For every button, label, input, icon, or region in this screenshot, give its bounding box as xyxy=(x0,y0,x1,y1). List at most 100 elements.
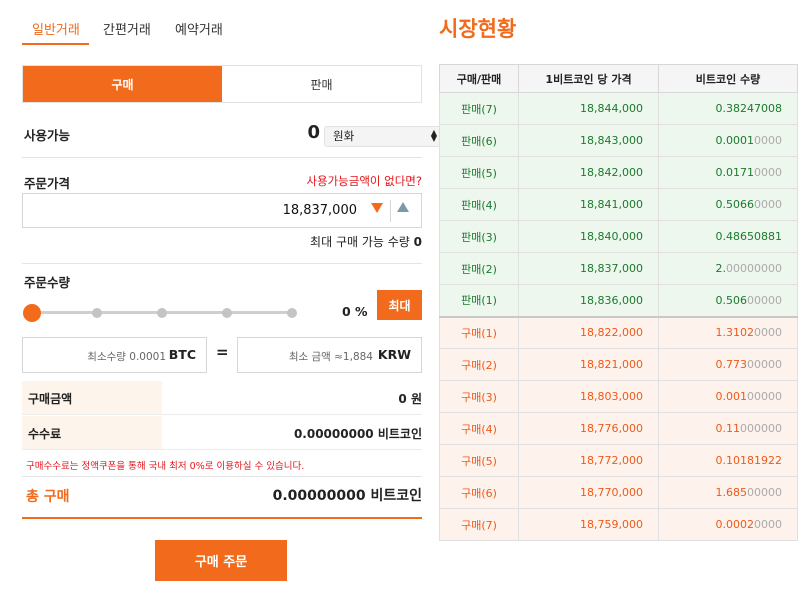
row-side: 판매(5) xyxy=(439,156,519,189)
krw-unit-label: KRW xyxy=(377,347,411,362)
row-side: 판매(7) xyxy=(439,92,519,125)
row-quantity: 0.11000000 xyxy=(658,412,798,445)
total-buy-value: 0.00000000 비트코인 xyxy=(272,488,422,504)
btc-min-placeholder: 최소수량 0.0001 xyxy=(87,351,166,363)
row-price: 18,803,000 xyxy=(518,380,659,413)
row-side: 판매(1) xyxy=(439,284,519,317)
max-qty-value: 0 xyxy=(413,235,422,249)
quantity-trailing-zeros: 00000 xyxy=(747,486,782,499)
order-price-value: 18,837,000 xyxy=(282,203,357,218)
row-side: 구매(4) xyxy=(439,412,519,445)
order-book-row[interactable]: 구매(1) 18,822,000 1.31020000 xyxy=(439,315,798,349)
quantity-significant: 0.0001 xyxy=(715,134,755,147)
row-price: 18,821,000 xyxy=(518,348,659,381)
row-side: 구매(1) xyxy=(439,315,519,349)
order-book-row[interactable]: 구매(2) 18,821,000 0.77300000 xyxy=(439,348,798,381)
row-quantity: 0.01710000 xyxy=(658,156,798,189)
quantity-trailing-zeros: 000000 xyxy=(740,422,782,435)
row-quantity: 1.68500000 xyxy=(658,476,798,509)
tab-normal-trade[interactable]: 일반거래 xyxy=(32,19,80,38)
row-quantity: 1.31020000 xyxy=(658,315,798,349)
currency-select-value: 원화 xyxy=(333,129,355,143)
slider-step-25[interactable] xyxy=(92,308,102,318)
order-book-row[interactable]: 판매(4) 18,841,000 0.50660000 xyxy=(439,188,798,221)
tab-reserved-trade[interactable]: 예약거래 xyxy=(175,19,223,38)
fee-value: 0.00000000 비트코인 xyxy=(293,427,422,441)
row-price: 18,843,000 xyxy=(518,124,659,157)
order-book-row[interactable]: 판매(2) 18,837,000 2.00000000 xyxy=(439,252,798,285)
quantity-significant: 0.11 xyxy=(715,422,741,435)
order-book-table: 구매/판매 1비트코인 당 가격 비트코인 수량 판매(7) 18,844,000… xyxy=(439,64,798,541)
price-arrow-divider xyxy=(390,200,391,222)
quantity-slider-handle[interactable] xyxy=(23,304,41,322)
row-price: 18,776,000 xyxy=(518,412,659,445)
quantity-significant: 2. xyxy=(715,262,727,275)
row-price: 18,836,000 xyxy=(518,284,659,317)
row-side: 판매(2) xyxy=(439,252,519,285)
max-buy-quantity: 최대 구매 가능 수량 0 xyxy=(310,233,422,250)
row-price: 18,822,000 xyxy=(518,315,659,349)
max-quantity-button[interactable]: 최대 xyxy=(377,290,422,320)
order-price-input[interactable]: 18,837,000 xyxy=(22,193,422,228)
order-book-row[interactable]: 판매(7) 18,844,000 0.38247008 xyxy=(439,92,798,125)
tab-simple-trade[interactable]: 간편거래 xyxy=(103,19,151,38)
order-book-row[interactable]: 구매(3) 18,803,000 0.00100000 xyxy=(439,380,798,413)
row-quantity: 0.48650881 xyxy=(658,220,798,253)
row-side: 판매(6) xyxy=(439,124,519,157)
quantity-significant: 0.10181922 xyxy=(715,454,782,467)
quantity-trailing-zeros: 00000 xyxy=(747,390,782,403)
order-book-row[interactable]: 판매(6) 18,843,000 0.00010000 xyxy=(439,124,798,157)
order-book-row[interactable]: 구매(6) 18,770,000 1.68500000 xyxy=(439,476,798,509)
price-down-icon[interactable] xyxy=(371,203,383,213)
order-book-row[interactable]: 구매(7) 18,759,000 0.00020000 xyxy=(439,508,798,541)
price-up-icon[interactable] xyxy=(397,202,409,212)
row-side: 구매(3) xyxy=(439,380,519,413)
quantity-trailing-zeros: 0000 xyxy=(754,166,782,179)
slider-step-75[interactable] xyxy=(222,308,232,318)
row-side: 구매(7) xyxy=(439,508,519,541)
btc-unit-label: BTC xyxy=(168,347,196,362)
currency-select[interactable]: 원화 ▲ ▼ xyxy=(324,126,442,147)
order-book-row[interactable]: 판매(1) 18,836,000 0.50600000 xyxy=(439,284,798,317)
quantity-significant: 1.3102 xyxy=(715,326,755,340)
buy-amount-row: 구매금액 0 원 xyxy=(22,381,422,415)
quantity-trailing-zeros: 00000 xyxy=(747,293,782,307)
order-panel: 일반거래 간편거래 예약거래 구매 판매 사용가능 0 원화 ▲ ▼ 주문가격 사… xyxy=(22,0,442,581)
order-book-row[interactable]: 판매(5) 18,842,000 0.01710000 xyxy=(439,156,798,189)
quantity-significant: 0.506 xyxy=(715,293,748,307)
slider-step-50[interactable] xyxy=(157,308,167,318)
quantity-significant: 0.38247008 xyxy=(715,102,782,115)
order-book-row[interactable]: 구매(4) 18,776,000 0.11000000 xyxy=(439,412,798,445)
row-price: 18,770,000 xyxy=(518,476,659,509)
quantity-trailing-zeros: 00000 xyxy=(747,358,782,371)
sell-toggle-button[interactable]: 판매 xyxy=(222,66,421,102)
row-price: 18,840,000 xyxy=(518,220,659,253)
divider xyxy=(22,157,422,158)
row-quantity: 0.50660000 xyxy=(658,188,798,221)
col-side: 구매/판매 xyxy=(439,64,519,93)
row-side: 구매(2) xyxy=(439,348,519,381)
no-balance-link[interactable]: 사용가능금액이 없다면? xyxy=(306,173,422,189)
row-quantity: 0.77300000 xyxy=(658,348,798,381)
divider xyxy=(22,476,422,477)
quantity-significant: 1.685 xyxy=(715,486,748,499)
col-quantity: 비트코인 수량 xyxy=(658,64,798,93)
order-book-body: 판매(7) 18,844,000 0.38247008 판매(6) 18,843,000… xyxy=(439,92,798,541)
krw-amount-input[interactable]: 최소 금액 ≈1,884 KRW xyxy=(237,337,422,373)
quantity-percent: 0 % xyxy=(342,304,368,319)
buy-amount-value: 0 원 xyxy=(398,392,422,406)
order-book-row[interactable]: 구매(5) 18,772,000 0.10181922 xyxy=(439,444,798,477)
available-amount: 0 xyxy=(307,122,320,143)
market-status-title: 시장현황 xyxy=(439,17,517,41)
quantity-significant: 0.5066 xyxy=(715,198,755,211)
slider-step-100[interactable] xyxy=(287,308,297,318)
trade-tabs: 일반거래 간편거래 예약거래 xyxy=(22,0,422,47)
buy-order-button[interactable]: 구매 주문 xyxy=(155,540,287,581)
buy-toggle-button[interactable]: 구매 xyxy=(23,66,222,102)
btc-quantity-input[interactable]: 최소수량 0.0001 BTC xyxy=(22,337,207,373)
order-book-row[interactable]: 판매(3) 18,840,000 0.48650881 xyxy=(439,220,798,253)
row-side: 구매(6) xyxy=(439,476,519,509)
row-price: 18,759,000 xyxy=(518,508,659,541)
quantity-trailing-zeros: 0000 xyxy=(754,134,782,147)
available-label: 사용가능 xyxy=(24,128,71,143)
